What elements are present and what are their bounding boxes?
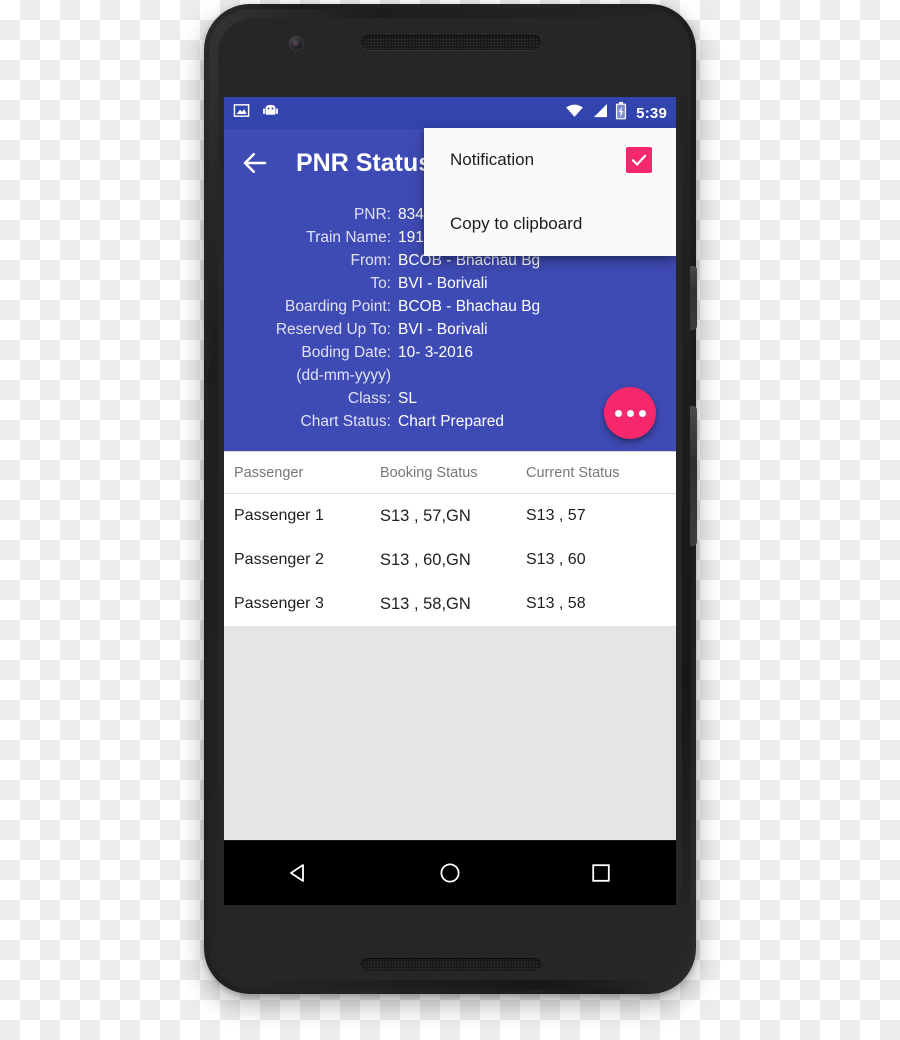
menu-item-notification[interactable]: Notification bbox=[424, 128, 676, 192]
wifi-icon bbox=[565, 103, 584, 123]
date-format-note: (dd-mm-yyyy) bbox=[296, 367, 391, 384]
column-header-current-status: Current Status bbox=[526, 464, 620, 481]
image-icon bbox=[233, 102, 250, 124]
detail-row-boding-date: Boding Date: 10- 3-2016 bbox=[224, 341, 676, 364]
menu-item-label: Copy to clipboard bbox=[450, 214, 583, 233]
detail-value: BVI - Borivali bbox=[398, 275, 488, 292]
detail-label: Boarding Point: bbox=[285, 298, 391, 315]
cell-booking-status: S13 , 57,GN bbox=[380, 506, 471, 525]
page-title: PNR Status bbox=[296, 148, 433, 177]
detail-row-date-format: (dd-mm-yyyy) bbox=[224, 364, 676, 387]
nav-recents-square-icon[interactable] bbox=[569, 841, 633, 905]
nav-back-triangle-icon[interactable] bbox=[267, 841, 331, 905]
detail-value: Chart Prepared bbox=[398, 413, 504, 430]
status-bar-clock: 5:39 bbox=[636, 104, 667, 122]
android-robot-icon bbox=[262, 102, 279, 124]
column-header-passenger: Passenger bbox=[234, 464, 304, 481]
more-horizontal-icon bbox=[614, 409, 622, 417]
detail-label: Reserved Up To: bbox=[275, 321, 391, 338]
menu-item-copy-to-clipboard[interactable]: Copy to clipboard bbox=[424, 192, 676, 256]
table-row[interactable]: Passenger 1 S13 , 57,GN S13 , 57 bbox=[224, 494, 676, 538]
table-header-row: Passenger Booking Status Current Status bbox=[224, 452, 676, 494]
detail-label: Boding Date: bbox=[301, 344, 391, 361]
checkbox-checked-icon[interactable] bbox=[626, 147, 652, 173]
back-arrow-icon[interactable] bbox=[240, 148, 270, 178]
detail-row-to: To: BVI - Borivali bbox=[224, 272, 676, 295]
bottom-speaker-grille bbox=[361, 958, 541, 971]
volume-button[interactable] bbox=[690, 406, 697, 546]
power-button[interactable] bbox=[690, 266, 697, 330]
front-camera-icon bbox=[289, 36, 304, 51]
status-bar-right-icons: 5:39 bbox=[565, 101, 667, 125]
cell-passenger: Passenger 3 bbox=[234, 595, 324, 612]
detail-row-boarding-point: Boarding Point: BCOB - Bhachau Bg bbox=[224, 295, 676, 318]
detail-label: Class: bbox=[347, 390, 391, 407]
status-bar-left-icons bbox=[233, 102, 279, 124]
cell-current-status: S13 , 60 bbox=[526, 551, 586, 568]
more-horizontal-icon bbox=[626, 409, 634, 417]
detail-value: BCOB - Bhachau Bg bbox=[398, 298, 541, 315]
detail-row-reserved-up-to: Reserved Up To: BVI - Borivali bbox=[224, 318, 676, 341]
table-row[interactable]: Passenger 3 S13 , 58,GN S13 , 58 bbox=[224, 582, 676, 626]
phone-screen: 5:39 PNR Status PNR: 8341 Train Name: 19… bbox=[224, 97, 676, 905]
cell-passenger: Passenger 1 bbox=[234, 507, 324, 524]
detail-label: Train Name: bbox=[306, 229, 391, 246]
passenger-table: Passenger Booking Status Current Status … bbox=[224, 451, 676, 626]
battery-charging-icon bbox=[615, 101, 627, 125]
detail-label: PNR: bbox=[353, 206, 391, 223]
cell-booking-status: S13 , 58,GN bbox=[380, 594, 471, 613]
signal-icon bbox=[591, 103, 608, 123]
earpiece-speaker-grille bbox=[361, 35, 541, 50]
table-row[interactable]: Passenger 2 S13 , 60,GN S13 , 60 bbox=[224, 538, 676, 582]
menu-item-label: Notification bbox=[450, 150, 535, 169]
cell-current-status: S13 , 58 bbox=[526, 595, 586, 612]
more-options-fab[interactable] bbox=[604, 387, 656, 439]
column-header-booking-status: Booking Status bbox=[380, 464, 478, 481]
detail-label: To: bbox=[370, 275, 391, 292]
android-navigation-bar bbox=[224, 840, 676, 905]
status-bar: 5:39 bbox=[224, 97, 676, 129]
detail-value: BVI - Borivali bbox=[398, 321, 488, 338]
cell-passenger: Passenger 2 bbox=[234, 551, 324, 568]
more-horizontal-icon bbox=[638, 409, 646, 417]
detail-label: Chart Status: bbox=[300, 413, 391, 430]
cell-current-status: S13 , 57 bbox=[526, 507, 586, 524]
detail-value: SL bbox=[398, 390, 417, 407]
detail-value: 10- 3-2016 bbox=[398, 344, 473, 361]
cell-booking-status: S13 , 60,GN bbox=[380, 550, 471, 569]
page-root: 5:39 PNR Status PNR: 8341 Train Name: 19… bbox=[0, 0, 900, 1040]
nav-home-circle-icon[interactable] bbox=[418, 841, 482, 905]
detail-label: From: bbox=[350, 252, 391, 269]
overflow-popup-menu: Notification Copy to clipboard bbox=[424, 128, 676, 256]
